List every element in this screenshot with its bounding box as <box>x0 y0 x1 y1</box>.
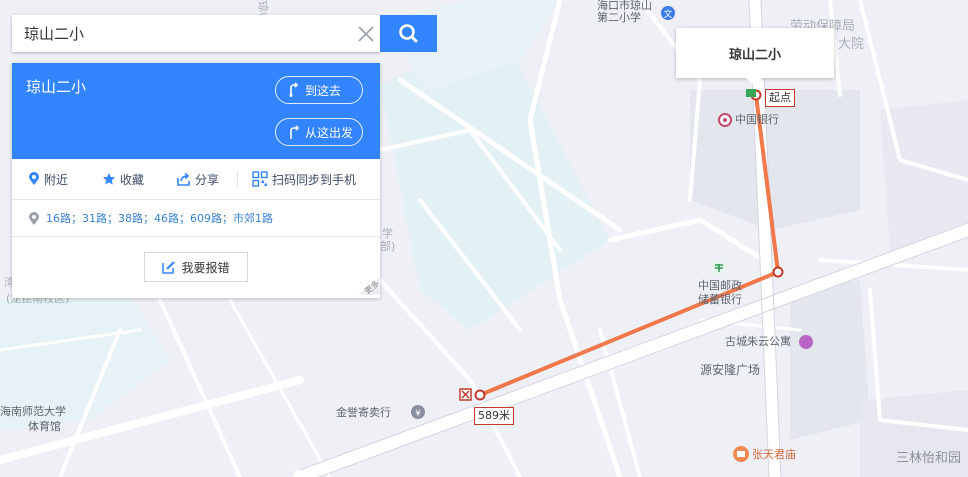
distance-label-tag: 589米 <box>474 407 514 425</box>
report-error-button[interactable]: 我要报错 <box>144 252 248 282</box>
map-label-plaza: 源安隆广场 <box>700 363 761 377</box>
edit-icon <box>162 260 176 274</box>
search-box <box>12 15 380 52</box>
map-label-univ2: 体育馆 <box>28 420 61 433</box>
map-label-mid-frag2: 部) <box>380 240 396 253</box>
map-label-school2: 第二小学 <box>597 11 641 24</box>
map-label-hospital2: 大院 <box>838 37 865 52</box>
more-button[interactable]: 更多 <box>352 277 381 296</box>
map-label-postal2: 储蓄银行 <box>698 293 742 306</box>
share-button[interactable]: 分享 <box>177 159 219 199</box>
route-from-button[interactable]: 从这出发 <box>275 118 363 146</box>
favorite-button[interactable]: 收藏 <box>102 159 144 199</box>
location-pin-icon <box>29 212 39 225</box>
location-pin-icon <box>29 172 39 185</box>
share-label: 分享 <box>195 172 220 187</box>
nearby-button[interactable]: 附近 <box>28 159 68 199</box>
search-input[interactable] <box>12 15 342 52</box>
route-to-button[interactable]: 到这去 <box>275 76 363 104</box>
location-popup[interactable]: 琼山二小 <box>676 28 834 78</box>
map-label-univ: 海南师范大学 <box>0 405 66 418</box>
block <box>790 280 870 440</box>
pawn-poi-icon-glyph: ¥ <box>415 409 421 419</box>
close-icon <box>358 26 374 42</box>
clear-button[interactable] <box>355 23 377 45</box>
route-from-icon <box>290 125 300 139</box>
map-label-bank: 中国银行 <box>735 113 779 126</box>
bus-lines-text[interactable]: 16路；31路；38路；46路；609路；市郊1路 <box>46 210 273 226</box>
card-header: 琼山二小 到这去 从这出发 <box>12 63 380 159</box>
map-label-apartment: 古城朱云公寓 <box>725 335 791 348</box>
map-label-temple: 张天君庙 <box>752 448 796 461</box>
action-divider <box>237 171 238 187</box>
route-waypoint-marker[interactable] <box>772 266 784 278</box>
popup-title: 琼山二小 <box>728 47 781 63</box>
route-from-label: 从这出发 <box>305 125 354 140</box>
route-end-marker[interactable] <box>474 389 486 401</box>
apartment-poi-icon[interactable] <box>799 335 813 349</box>
qr-code-icon <box>252 171 268 187</box>
qr-sync-label: 扫码同步到手机 <box>272 172 357 187</box>
place-title: 琼山二小 <box>26 78 87 96</box>
favorite-label: 收藏 <box>120 172 145 187</box>
map-label-mid-frag: 学 <box>382 227 393 240</box>
report-error-label: 我要报错 <box>181 260 230 275</box>
bus-lines-row: 16路；31路；38路；46路；609路；市郊1路 <box>12 199 380 237</box>
map-label-garden: 三林怡和园 <box>896 451 962 466</box>
start-flag-icon <box>746 89 756 97</box>
search-icon <box>399 24 418 43</box>
map-label-pawn: 金誉寄卖行 <box>336 406 391 419</box>
action-bar: 附近 收藏 分享 扫码同步到手机 更多 <box>12 159 381 296</box>
share-icon <box>177 172 190 186</box>
school-poi-icon-glyph: 文 <box>663 8 672 20</box>
star-icon <box>103 173 115 185</box>
start-label-tag: 起点 <box>765 89 795 107</box>
place-info-card: 琼山二小 到这去 从这出发 附近 收藏 分享 扫码同步到手机 更多 16路；31… <box>12 63 381 298</box>
nearby-label: 附近 <box>44 172 69 187</box>
bank-poi-icon-dot <box>723 118 727 122</box>
route-to-icon <box>289 82 299 97</box>
search-button[interactable] <box>380 15 437 52</box>
block <box>690 90 860 230</box>
popup-pointer <box>746 78 762 86</box>
temple-poi-icon-glyph <box>737 451 745 457</box>
qr-sync-button[interactable]: 扫码同步到手机 <box>252 159 356 199</box>
route-to-label: 到这去 <box>305 83 342 98</box>
map-label-postal: 中国邮政 <box>698 279 742 292</box>
